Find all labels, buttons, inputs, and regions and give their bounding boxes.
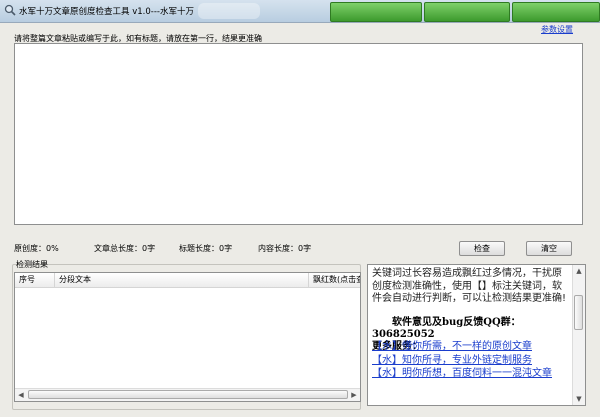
service-link-chaos-article[interactable]: 【水】明你所想，百度伺料一一混沌文章 <box>372 367 568 381</box>
results-list[interactable]: 序号 分段文本 飘红数(点击查 ◀ ▶ <box>14 272 361 402</box>
check-button[interactable]: 检查 <box>459 241 505 256</box>
column-header-index[interactable]: 序号 <box>15 273 55 287</box>
magnifier-icon <box>4 4 16 16</box>
info-text: 关键词过长容易造成飘红过多情况，干扰原创度检测准确性，使用【】标注关键词，软件会… <box>372 268 567 304</box>
ad-button[interactable] <box>512 2 600 22</box>
originality-label: 原创度：0% <box>14 244 59 253</box>
column-header-segment[interactable]: 分段文本 <box>55 273 309 287</box>
vertical-scrollbar[interactable]: ▲ ▼ <box>572 265 585 405</box>
content-length-label: 内容长度：0字 <box>258 244 312 253</box>
service-link-backlinks[interactable]: 【水】知你所寻，专业外链定制服务 <box>372 354 568 368</box>
background-logo <box>198 3 260 19</box>
scroll-thumb[interactable] <box>28 390 348 399</box>
feedback-label: 软件意见及bug反馈QQ群： <box>392 317 521 328</box>
title-bar[interactable]: 水军十万文章原创度检查工具 v1.0---水军十万 <box>0 0 600 23</box>
params-settings-link[interactable]: 参数设置 <box>541 24 573 35</box>
title-length-label: 标题长度：0字 <box>179 244 233 253</box>
service-links: 【水】懂你所需，不一样的原创文章 【水】知你所寻，专业外链定制服务 【水】明你所… <box>372 340 568 381</box>
feedback-qq: 306825052 <box>372 329 435 340</box>
scroll-up-icon[interactable]: ▲ <box>573 265 585 277</box>
service-link-article[interactable]: 【水】懂你所需，不一样的原创文章 <box>372 340 568 354</box>
scroll-right-icon[interactable]: ▶ <box>348 389 360 401</box>
horizontal-scrollbar[interactable]: ◀ ▶ <box>15 388 360 401</box>
article-textarea[interactable] <box>14 43 583 225</box>
scroll-thumb[interactable] <box>574 295 583 330</box>
ad-button[interactable] <box>424 2 510 22</box>
clear-button[interactable]: 清空 <box>526 241 572 256</box>
scroll-down-icon[interactable]: ▼ <box>573 393 585 405</box>
scroll-left-icon[interactable]: ◀ <box>15 389 27 401</box>
total-length-label: 文章总长度：0字 <box>94 244 156 253</box>
list-header: 序号 分段文本 飘红数(点击查 <box>15 273 360 288</box>
ad-button[interactable] <box>330 2 422 22</box>
results-group-label: 检测结果 <box>16 260 48 269</box>
window-title: 水军十万文章原创度检查工具 v1.0---水军十万 <box>19 7 194 17</box>
column-header-red-count[interactable]: 飘红数(点击查 <box>309 273 360 287</box>
info-panel: 关键词过长容易造成飘红过多情况，干扰原创度检测准确性，使用【】标注关键词，软件会… <box>367 264 586 406</box>
